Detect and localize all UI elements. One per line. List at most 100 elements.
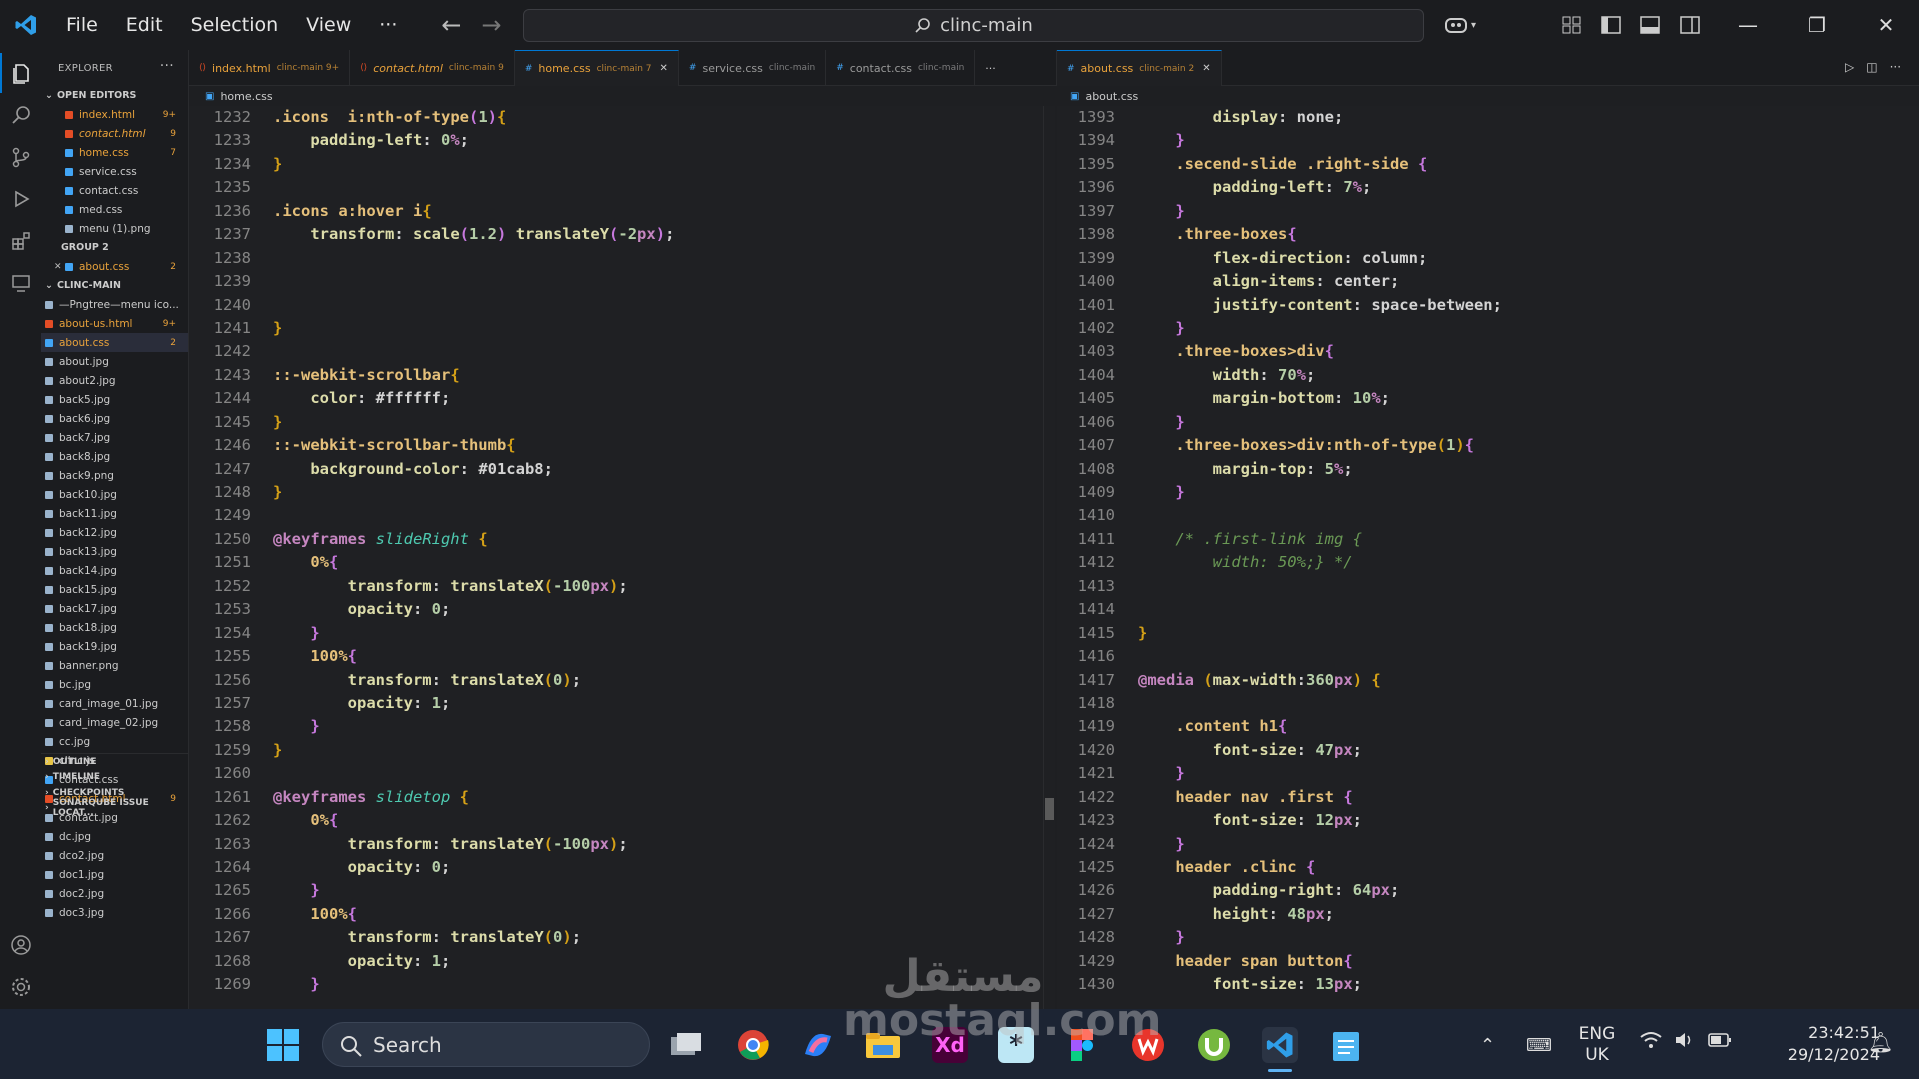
code-line[interactable]: } bbox=[1138, 622, 1502, 645]
forward-arrow-icon[interactable]: → bbox=[471, 11, 511, 39]
file-item[interactable]: banner.png bbox=[41, 656, 188, 675]
code-line[interactable]: } bbox=[273, 153, 674, 176]
code-content[interactable]: display: none; } .secend-slide .right-si… bbox=[1138, 106, 1502, 997]
customize-layout-icon[interactable] bbox=[1562, 0, 1582, 50]
file-item[interactable]: back6.jpg bbox=[41, 409, 188, 428]
file-item[interactable]: back15.jpg bbox=[41, 580, 188, 599]
code-line[interactable]: @media (max-width:360px) { bbox=[1138, 669, 1502, 692]
accounts-icon[interactable] bbox=[0, 925, 41, 965]
utorrent-icon[interactable] bbox=[1196, 1027, 1232, 1063]
file-item[interactable]: menu (1).png bbox=[41, 219, 188, 238]
code-line[interactable]: } bbox=[1138, 833, 1502, 856]
code-line[interactable]: .content h1{ bbox=[1138, 715, 1502, 738]
code-line[interactable]: } bbox=[1138, 762, 1502, 785]
code-line[interactable] bbox=[1138, 575, 1502, 598]
vscode-taskbar-icon[interactable] bbox=[1262, 1027, 1298, 1063]
toggle-primary-sidebar-icon[interactable] bbox=[1601, 0, 1621, 50]
code-line[interactable]: .three-boxes{ bbox=[1138, 223, 1502, 246]
copilot-app-icon[interactable] bbox=[800, 1027, 836, 1063]
code-line[interactable]: transform: translateY(0); bbox=[273, 926, 674, 949]
editor-tab[interactable]: # about.css clinc-main 2 ✕ bbox=[1057, 50, 1222, 86]
open-editors-header[interactable]: ⌄ OPEN EDITORS bbox=[41, 86, 188, 105]
sidebar-section-outline[interactable]: › OUTLINE bbox=[41, 754, 188, 770]
windows-start-icon[interactable] bbox=[265, 1027, 301, 1063]
minimize-icon[interactable]: — bbox=[1718, 0, 1778, 50]
close-icon[interactable]: ✕ bbox=[54, 262, 62, 272]
code-line[interactable]: padding-right: 64px; bbox=[1138, 879, 1502, 902]
code-line[interactable] bbox=[1138, 645, 1502, 668]
code-line[interactable]: .icons a:hover i{ bbox=[273, 200, 674, 223]
remote-explorer-icon[interactable] bbox=[0, 263, 41, 303]
right-code-editor[interactable]: 1393 1394 1395 1396 1397 1398 1399 1400 1401 1402… bbox=[1057, 106, 1907, 1009]
code-line[interactable]: .icons i:nth-of-type(1){ bbox=[273, 106, 674, 129]
code-content[interactable]: .icons i:nth-of-type(1){ padding-left: 0… bbox=[273, 106, 674, 997]
show-hidden-icons-icon[interactable]: ⌃ bbox=[1480, 1035, 1495, 1056]
file-item[interactable]: back19.jpg bbox=[41, 637, 188, 656]
code-line[interactable]: 100%{ bbox=[273, 645, 674, 668]
code-line[interactable]: header nav .first { bbox=[1138, 786, 1502, 809]
system-tray[interactable] bbox=[1640, 1030, 1732, 1050]
file-item[interactable]: about.css 2 bbox=[41, 333, 188, 352]
code-line[interactable]: font-size: 47px; bbox=[1138, 739, 1502, 762]
settings-gear-icon[interactable] bbox=[0, 967, 41, 1007]
file-item[interactable]: back18.jpg bbox=[41, 618, 188, 637]
project-folder-header[interactable]: ⌄ CLINC-MAIN bbox=[41, 276, 188, 295]
code-line[interactable]: ::-webkit-scrollbar{ bbox=[273, 364, 674, 387]
code-line[interactable] bbox=[1138, 598, 1502, 621]
close-icon[interactable]: ✕ bbox=[1202, 63, 1210, 74]
code-line[interactable]: } bbox=[1138, 129, 1502, 152]
editor-tab[interactable]: # service.css clinc-main bbox=[679, 50, 827, 86]
code-line[interactable]: justify-content: space-between; bbox=[1138, 294, 1502, 317]
back-arrow-icon[interactable]: ← bbox=[431, 11, 471, 39]
code-line[interactable]: align-items: center; bbox=[1138, 270, 1502, 293]
code-line[interactable]: 100%{ bbox=[273, 903, 674, 926]
code-line[interactable]: transform: translateX(-100px); bbox=[273, 575, 674, 598]
code-line[interactable]: opacity: 0; bbox=[273, 856, 674, 879]
code-line[interactable]: } bbox=[273, 411, 674, 434]
file-item[interactable]: about2.jpg bbox=[41, 371, 188, 390]
file-item[interactable]: dco2.jpg bbox=[41, 846, 188, 865]
code-line[interactable]: } bbox=[1138, 411, 1502, 434]
left-code-editor[interactable]: 1232 1233 1234 1235 1236 1237 1238 1239 1240 1241… bbox=[189, 106, 1049, 1009]
code-line[interactable] bbox=[273, 762, 674, 785]
file-item[interactable]: contact.css bbox=[41, 181, 188, 200]
clock[interactable]: 23:42:51 29/12/2024 bbox=[1750, 1022, 1880, 1066]
code-line[interactable]: color: #ffffff; bbox=[273, 387, 674, 410]
file-item[interactable]: back11.jpg bbox=[41, 504, 188, 523]
file-item[interactable]: card_image_01.jpg bbox=[41, 694, 188, 713]
file-item[interactable]: about-us.html 9+ bbox=[41, 314, 188, 333]
code-line[interactable]: opacity: 0; bbox=[273, 598, 674, 621]
code-line[interactable] bbox=[273, 176, 674, 199]
code-line[interactable]: padding-left: 7%; bbox=[1138, 176, 1502, 199]
right-scrollbar[interactable] bbox=[1907, 106, 1919, 1009]
code-line[interactable]: .three-boxes>div:nth-of-type(1){ bbox=[1138, 434, 1502, 457]
code-line[interactable] bbox=[273, 247, 674, 270]
file-item[interactable]: back13.jpg bbox=[41, 542, 188, 561]
menu-more[interactable]: ··· bbox=[365, 0, 411, 50]
code-line[interactable]: } bbox=[273, 973, 674, 996]
file-item[interactable]: about.jpg bbox=[41, 352, 188, 371]
editor-tab[interactable]: # home.css clinc-main 7 ✕ bbox=[514, 50, 679, 86]
code-line[interactable] bbox=[273, 340, 674, 363]
code-line[interactable]: } bbox=[273, 481, 674, 504]
input-language[interactable]: ENG UK bbox=[1574, 1024, 1620, 1066]
file-item[interactable]: doc1.jpg bbox=[41, 865, 188, 884]
code-line[interactable]: } bbox=[273, 622, 674, 645]
code-line[interactable]: /* .first-link img { bbox=[1138, 528, 1502, 551]
command-center-search[interactable]: clinc-main bbox=[523, 9, 1424, 42]
code-line[interactable]: ::-webkit-scrollbar-thumb{ bbox=[273, 434, 674, 457]
file-item[interactable]: bc.jpg bbox=[41, 675, 188, 694]
code-line[interactable]: height: 48px; bbox=[1138, 903, 1502, 926]
file-item[interactable]: contact.html 9 bbox=[41, 124, 188, 143]
file-item[interactable]: cc.jpg bbox=[41, 732, 188, 751]
split-editor-icon[interactable]: ◫ bbox=[1866, 60, 1877, 74]
notification-bell-icon[interactable]: 🔔︎ bbox=[1868, 1030, 1893, 1054]
code-line[interactable]: opacity: 1; bbox=[273, 692, 674, 715]
file-item[interactable]: med.css bbox=[41, 200, 188, 219]
file-item[interactable]: doc2.jpg bbox=[41, 884, 188, 903]
code-line[interactable]: padding-left: 0%; bbox=[273, 129, 674, 152]
code-line[interactable]: header .clinc { bbox=[1138, 856, 1502, 879]
breadcrumb-file[interactable]: about.css bbox=[1085, 90, 1138, 103]
file-item[interactable]: ✕ about.css 2 bbox=[41, 257, 188, 276]
code-line[interactable] bbox=[273, 270, 674, 293]
